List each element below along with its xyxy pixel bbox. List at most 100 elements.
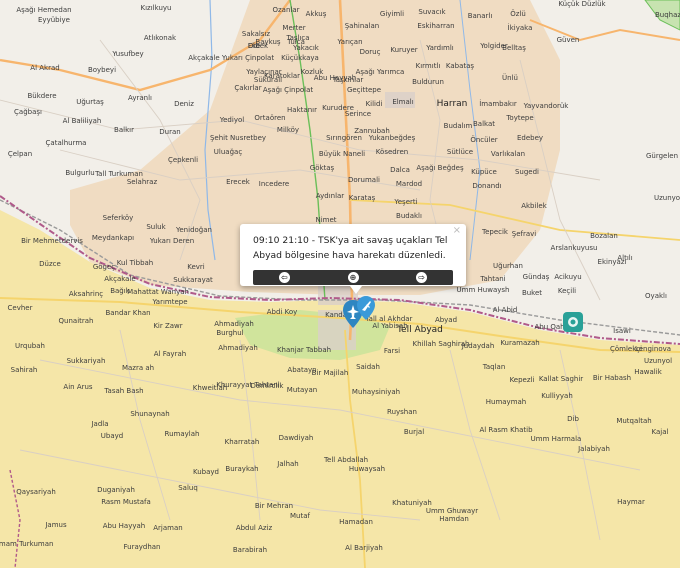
place-label: Uzunyol	[644, 357, 672, 365]
place-label: Hawalik	[634, 368, 662, 376]
place-label: Arjaman	[153, 524, 182, 532]
place-label: Qunaitrah	[59, 317, 94, 325]
place-label: Abdul Aziz	[236, 524, 273, 532]
road-eyyubiye	[529, 19, 680, 42]
place-label: Bozalan	[590, 232, 618, 240]
event-marker[interactable]	[563, 312, 583, 332]
place-label: Sırıngören	[326, 134, 362, 142]
place-label: Şefravi	[512, 230, 537, 238]
place-label: Kajal	[652, 428, 669, 436]
place-label: Güven	[557, 36, 580, 44]
place-label: Karataş	[349, 194, 376, 202]
place-label: Buldurun	[412, 78, 444, 86]
place-label: Varlıkalan	[491, 150, 525, 158]
place-label: Humaymah	[486, 398, 527, 406]
place-label: Abyad	[435, 316, 457, 324]
place-label: Suvacık	[418, 8, 446, 16]
place-label: Küçük Düzlük	[558, 0, 606, 8]
place-label: Barabirah	[233, 546, 267, 554]
place-label: Eskiharran	[417, 22, 454, 30]
place-label: Buqhaz	[655, 11, 680, 19]
place-label: Tepecik	[481, 228, 509, 236]
place-label: Çağbaşı	[14, 108, 42, 116]
place-label: Yusufbey	[111, 50, 143, 58]
place-label: Rumaylah	[165, 430, 200, 438]
place-label: Cevher	[8, 304, 33, 312]
place-label: Toytepe	[505, 114, 533, 122]
place-label: Çelpan	[8, 150, 32, 158]
place-label: Al Abid	[493, 306, 518, 314]
place-label: Mutayan	[287, 386, 317, 394]
place-label: Acikuyu	[554, 273, 581, 281]
place-label: Çakırlar	[234, 84, 261, 92]
place-label: Jamus	[44, 521, 67, 529]
place-label: Bükdere	[27, 92, 56, 100]
place-label: Selahraz	[127, 178, 158, 186]
place-label: Eke	[248, 42, 261, 50]
center-target-icon[interactable]: ⊕	[347, 272, 359, 283]
place-label: Demirclik	[251, 382, 285, 390]
place-label: Ruyshan	[387, 408, 417, 416]
place-label: Balkat	[473, 120, 495, 128]
place-label: Akkuş	[306, 10, 327, 18]
place-label: Şehit Nusretbey	[210, 134, 266, 142]
place-label: Zannubah	[354, 127, 390, 135]
place-label: Bir Majilah	[312, 369, 349, 377]
place-label: Boybeyi	[88, 66, 116, 74]
place-label: Yakacık	[292, 44, 320, 52]
place-label: Umm Harmala	[531, 435, 582, 443]
place-label: Kul Tibbah	[117, 259, 153, 267]
place-label: Deniz	[174, 100, 194, 108]
place-label: Gögeç	[93, 263, 115, 271]
place-label: Dorumali	[348, 176, 380, 184]
place-label: Kabataş	[446, 62, 475, 70]
next-arrow-icon[interactable]: ⇨	[416, 272, 427, 283]
place-label: Mutqaltah	[616, 417, 651, 425]
place-label: Jalabiyah	[577, 445, 610, 453]
place-label: Geçittepe	[347, 86, 381, 94]
place-label: Yarıçan	[337, 38, 363, 46]
place-label: Mutaf	[290, 512, 311, 520]
place-label: Sukkarayat	[173, 276, 213, 284]
place-label: Kulliyyah	[541, 392, 573, 400]
place-label: Isawi	[613, 327, 631, 335]
place-label: Kevri	[187, 263, 205, 271]
place-label: Kızılkuyu	[141, 4, 172, 12]
place-label: Yeşerti	[393, 198, 417, 206]
place-label: Belltaş	[502, 44, 526, 52]
place-label: Ortaören	[254, 114, 285, 122]
place-label: Aşağı Hemedan	[16, 6, 71, 14]
place-label: Abdi Koy	[267, 308, 298, 316]
place-label: Büyük Naneli	[319, 150, 365, 158]
place-label: Küpüce	[471, 168, 497, 176]
place-label: Qaysariyah	[16, 488, 56, 496]
place-label: Merter	[282, 24, 305, 32]
place-label: Küçükkaya	[281, 54, 319, 62]
place-label: Sukkariyah	[67, 357, 106, 365]
place-label: İkiyaka	[508, 23, 533, 32]
place-label: Dib	[567, 415, 579, 423]
place-label: Suluk	[146, 223, 166, 231]
prev-arrow-icon[interactable]: ⇦	[279, 272, 290, 283]
place-label: Şahinalan	[345, 22, 380, 30]
place-label: Gündaş	[523, 273, 550, 281]
place-label: Al Barjiyah	[345, 544, 383, 552]
place-label: Mazra ah	[122, 364, 154, 372]
place-label: Çatalhurma	[46, 139, 87, 147]
place-label: Harran	[437, 99, 468, 109]
place-label: Akçakale	[188, 54, 219, 62]
place-label: Uğurtaş	[76, 98, 104, 106]
place-label: Lenginova	[635, 345, 671, 353]
place-label: Ahmadiyah	[218, 344, 258, 352]
place-label: Yukarı Çinpolat	[221, 54, 274, 62]
place-label: Buraykah	[225, 465, 258, 473]
place-label: Akbilek	[521, 202, 547, 210]
place-label: Giyimli	[380, 10, 404, 18]
place-label: Haymar	[617, 498, 645, 506]
place-label: Kubayd	[193, 468, 219, 476]
place-label: Farsi	[384, 347, 400, 355]
place-label: Buket	[522, 289, 542, 297]
place-label: Rasm Mustafa	[101, 498, 151, 506]
place-label: Saluq	[178, 484, 198, 492]
place-label: Tasah Bash	[103, 387, 143, 395]
